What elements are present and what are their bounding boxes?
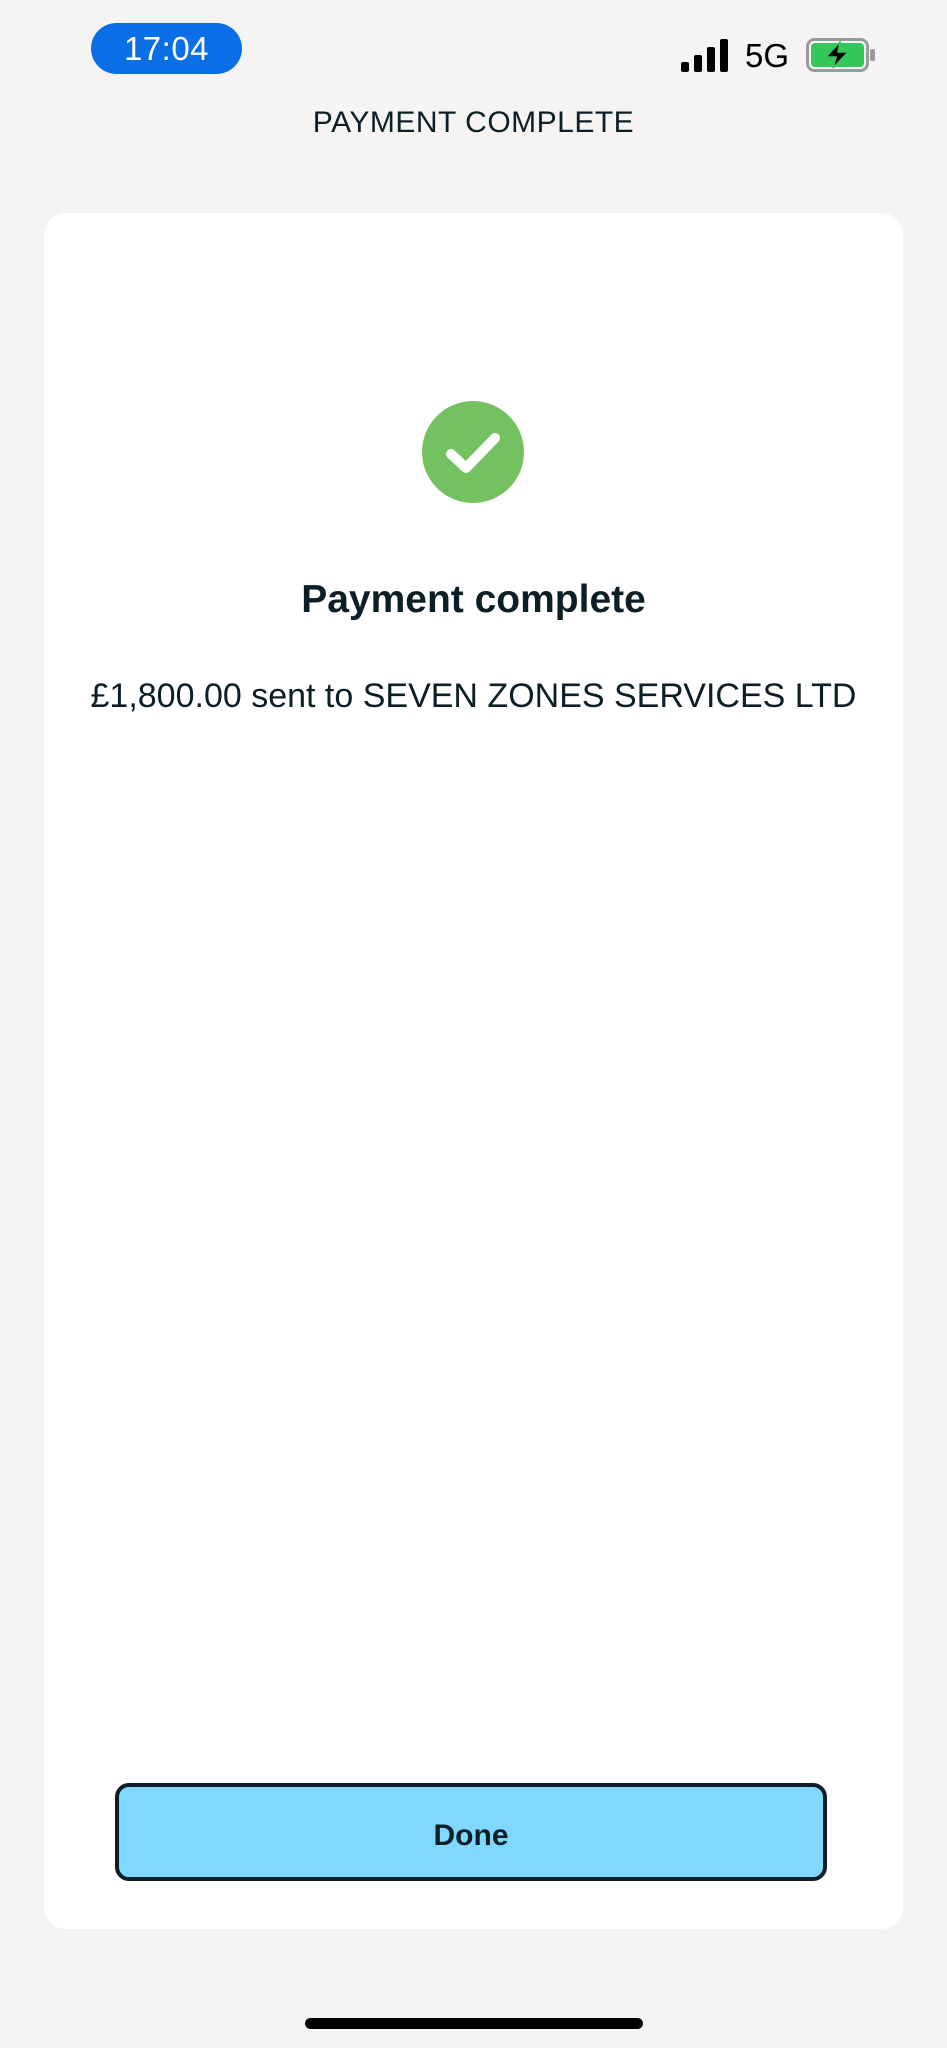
confirmation-title: Payment complete: [301, 578, 646, 621]
done-button[interactable]: Done: [115, 1783, 827, 1881]
status-time: 17:04: [91, 23, 242, 74]
check-circle-icon: [422, 401, 524, 503]
confirmation-message: £1,800.00 sent to SEVEN ZONES SERVICES L…: [90, 677, 857, 715]
cellular-signal-icon: [681, 39, 728, 72]
battery-charging-icon: [806, 38, 875, 72]
home-indicator[interactable]: [305, 2018, 643, 2029]
confirmation-card: Payment complete £1,800.00 sent to SEVEN…: [44, 213, 903, 1929]
network-type-label: 5G: [745, 37, 790, 74]
page-title: PAYMENT COMPLETE: [312, 106, 635, 139]
status-bar: 17:04 5G: [0, 0, 947, 110]
